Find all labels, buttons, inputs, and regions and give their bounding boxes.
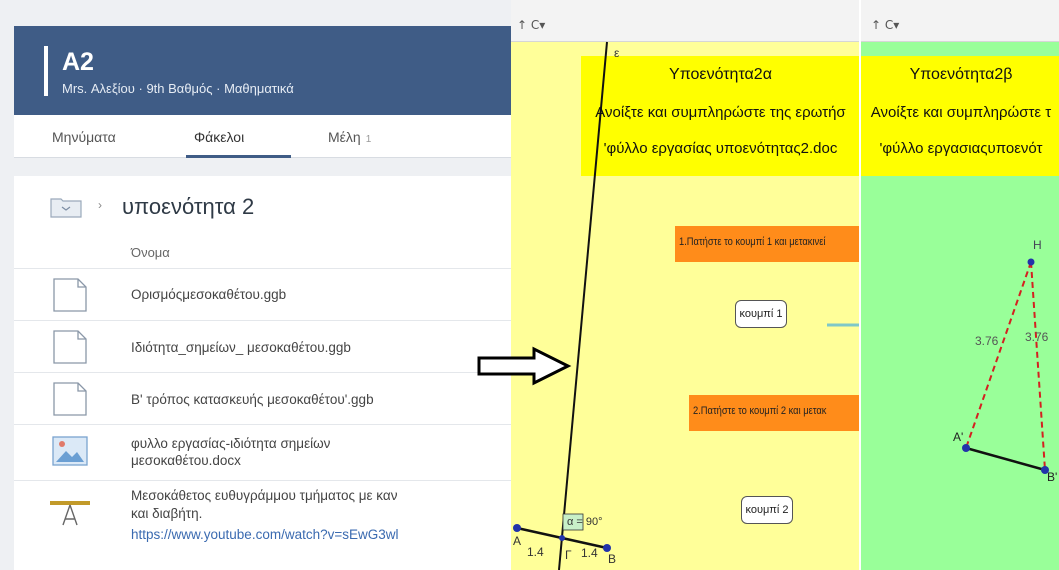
construction-canvas[interactable] — [861, 0, 1059, 570]
file-row[interactable]: Μεσοκάθετος ευθυγράμμου τμήματος με καν … — [14, 480, 514, 570]
file-link[interactable]: https://www.youtube.com/watch?v=sEwG3wl — [131, 526, 399, 544]
file-name-line1[interactable]: φυλλο εργασίας-ιδιότητα σημείων — [131, 435, 330, 453]
file-name-line2[interactable]: και διαβήτη. — [131, 505, 202, 523]
folder-icon[interactable] — [50, 196, 82, 218]
point-b-label: B' — [1047, 470, 1058, 484]
image-icon — [52, 436, 88, 466]
file-name-line1[interactable]: Μεσοκάθετος ευθυγράμμου τμήματος με καν — [131, 487, 397, 505]
class-title: A2 — [62, 48, 94, 76]
tab-messages-label: Μηνύματα — [52, 129, 116, 145]
dashed-segment-hb — [1030, 261, 1046, 471]
line-label: ε — [614, 46, 620, 60]
video-thumbnail-icon — [50, 501, 90, 526]
tab-folders-label: Φάκελοι — [194, 129, 245, 145]
point-b-label: B — [608, 552, 617, 566]
point-a-label: A' — [953, 430, 964, 444]
document-icon — [53, 278, 87, 312]
file-name[interactable]: Ιδιότητα_σημείων_ μεσοκαθέτου.ggb — [131, 339, 351, 357]
document-icon — [53, 330, 87, 364]
point-a-label: A — [513, 534, 522, 548]
tab-messages[interactable]: Μηνύματα — [52, 129, 116, 145]
file-row[interactable]: φυλλο εργασίας-ιδιότητα σημείων μεσοκαθέ… — [14, 424, 514, 480]
class-subtitle: Mrs. Αλεξίου · 9th Βαθμός · Μαθηματικά — [62, 81, 294, 96]
point-a-dot — [962, 444, 970, 452]
right-arrow-icon — [477, 346, 572, 386]
point-h-label: H — [1033, 238, 1042, 252]
chevron-right-icon: › — [98, 198, 102, 212]
tab-bar: Μηνύματα Φάκελοι Μέλη 1 — [14, 115, 514, 158]
screenshot-root: A2 Mrs. Αλεξίου · 9th Βαθμός · Μαθηματικ… — [0, 0, 1059, 570]
segment-left-length: 1.4 — [527, 545, 544, 559]
length-right-label: 3.76 — [1025, 330, 1049, 344]
file-row[interactable]: Ιδιότητα_σημείων_ μεσοκαθέτου.ggb — [14, 320, 514, 372]
perpendicular-line — [558, 41, 608, 570]
file-name-line2[interactable]: μεσοκαθέτου.docx — [131, 452, 241, 470]
angle-label: α = 90° — [567, 516, 603, 528]
class-header: A2 Mrs. Αλεξίου · 9th Βαθμός · Μαθηματικ… — [14, 26, 514, 115]
point-b-dot — [603, 544, 611, 552]
document-icon — [53, 382, 87, 416]
segment-ab — [965, 446, 1046, 472]
classroom-panel: A2 Mrs. Αλεξίου · 9th Βαθμός · Μαθηματικ… — [0, 0, 515, 570]
point-a-dot — [513, 524, 521, 532]
file-row[interactable]: Ορισμόςμεσοκαθέτου.ggb — [14, 268, 514, 320]
file-row[interactable]: Β' τρόπος κατασκευής μεσοκαθέτου'.ggb — [14, 372, 514, 424]
file-name[interactable]: Β' τρόπος κατασκευής μεσοκαθέτου'.ggb — [131, 391, 374, 409]
dashed-segment-ha — [965, 261, 1032, 449]
header-accent-bar — [44, 46, 48, 96]
point-h-dot — [1027, 258, 1035, 266]
tab-folders[interactable]: Φάκελοι — [194, 129, 244, 145]
geogebra-applet-b[interactable]: ↑ C▾ Υποενότητα2β Ανοίξτε και συμπληρώστ… — [859, 0, 1059, 570]
point-g-label: Γ — [565, 548, 572, 562]
segment-right-length: 1.4 — [581, 546, 598, 560]
active-tab-indicator — [186, 155, 291, 158]
file-list-panel: › υποενότητα 2 Όνομα Ορισμόςμεσοκαθέτου.… — [14, 176, 514, 570]
tab-members[interactable]: Μέλη 1 — [328, 129, 371, 145]
file-name[interactable]: Ορισμόςμεσοκαθέτου.ggb — [131, 286, 286, 304]
length-left-label: 3.76 — [975, 334, 999, 348]
point-g-dot — [559, 535, 565, 541]
tab-members-label: Μέλη — [328, 129, 361, 145]
construction-canvas[interactable] — [511, 0, 860, 570]
members-count-badge: 1 — [365, 134, 372, 145]
folder-name: υποενότητα 2 — [122, 194, 255, 219]
folder-breadcrumb: › υποενότητα 2 — [50, 192, 510, 222]
column-header-name[interactable]: Όνομα — [131, 245, 170, 260]
geogebra-applet-a[interactable]: ↑ C▾ Υποενότητα2α Ανοίξτε και συμπληρώστ… — [511, 0, 860, 570]
